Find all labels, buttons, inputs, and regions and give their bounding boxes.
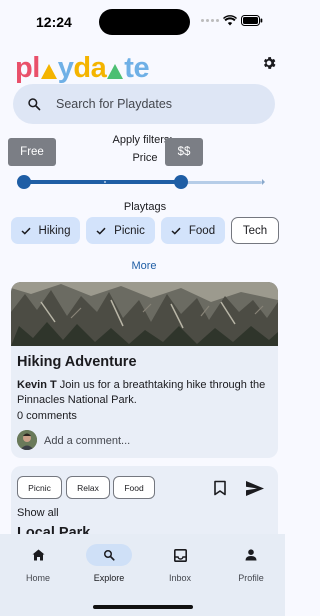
check-icon	[171, 227, 181, 235]
search-icon	[104, 550, 115, 561]
logo-letter: e	[133, 52, 150, 84]
search-placeholder: Search for Playdates	[56, 97, 173, 111]
logo-letter: t	[124, 52, 134, 84]
nav-item-inbox[interactable]: Inbox	[150, 544, 210, 583]
send-icon[interactable]	[245, 480, 265, 497]
chip-food[interactable]: Food	[161, 217, 225, 244]
add-comment-input[interactable]: Add a comment...	[44, 435, 130, 447]
chip-picnic[interactable]: Picnic	[86, 217, 155, 244]
check-icon	[96, 227, 106, 235]
tag-chip[interactable]: Food	[113, 476, 155, 499]
tag-chip[interactable]: Picnic	[17, 476, 62, 499]
status-bar: 12:24	[0, 0, 285, 44]
card-image	[11, 282, 278, 346]
tag-chip[interactable]: Relax	[66, 476, 110, 499]
price-slider-tick	[104, 181, 106, 183]
logo-triangle	[107, 64, 124, 79]
wifi-icon	[223, 15, 237, 26]
logo-letter: p	[15, 52, 33, 84]
card-description: Kevin T Join us for a breathtaking hike …	[17, 378, 275, 408]
status-time: 12:24	[36, 14, 72, 30]
logo-letter: y	[57, 52, 74, 84]
person-icon	[245, 549, 257, 561]
chip-label: Hiking	[38, 224, 71, 237]
card-author[interactable]: Kevin T	[17, 379, 57, 391]
dynamic-island	[99, 9, 190, 35]
price-min-tooltip: Free	[8, 138, 56, 166]
nav-item-profile[interactable]: Profile	[221, 544, 281, 583]
price-slider-end-marker	[262, 179, 265, 185]
nav-label: Profile	[238, 573, 264, 583]
search-icon	[28, 98, 41, 111]
nav-label: Home	[25, 573, 50, 583]
logo-letter: l	[32, 52, 40, 84]
comment-count[interactable]: 0 comments	[17, 410, 77, 422]
home-icon	[32, 549, 44, 561]
bottom-navigation: Home Explore Inbox Profile	[0, 534, 285, 616]
home-indicator	[93, 605, 193, 609]
chip-label: Food	[188, 224, 216, 237]
nav-label: Inbox	[168, 573, 192, 583]
playtags-title: Playtags	[123, 201, 167, 213]
more-link[interactable]: More	[0, 260, 288, 272]
chip-label: Tech	[242, 224, 268, 237]
chip-label: Picnic	[114, 224, 145, 237]
status-icons	[201, 15, 263, 26]
nav-item-home[interactable]: Home	[8, 544, 68, 583]
gear-icon[interactable]	[261, 55, 277, 71]
inbox-icon	[173, 548, 187, 562]
price-slider-track[interactable]	[184, 181, 262, 184]
price-slider-max-thumb[interactable]	[174, 175, 189, 189]
bookmark-icon[interactable]	[213, 480, 227, 496]
check-icon	[21, 227, 31, 235]
playdate-logo: plydate	[15, 49, 150, 84]
price-max-tooltip: $$	[165, 138, 203, 166]
price-slider-min-thumb[interactable]	[17, 175, 31, 189]
logo-letter: d	[73, 52, 91, 84]
logo-letter: a	[90, 52, 107, 84]
logo-triangle	[40, 64, 57, 79]
nav-label: Explore	[93, 573, 125, 583]
chip-tech[interactable]: Tech	[231, 217, 279, 244]
nav-item-explore[interactable]: Explore	[79, 544, 139, 583]
playdate-card[interactable]: Hiking Adventure Kevin T Join us for a b…	[11, 282, 278, 458]
battery-icon	[241, 15, 263, 26]
card-title: Hiking Adventure	[17, 354, 137, 370]
search-input[interactable]: Search for Playdates	[13, 84, 275, 124]
cellular-signal-icon	[201, 19, 219, 22]
show-all-link[interactable]: Show all	[17, 507, 59, 519]
chip-hiking[interactable]: Hiking	[11, 217, 80, 244]
avatar	[17, 430, 37, 450]
